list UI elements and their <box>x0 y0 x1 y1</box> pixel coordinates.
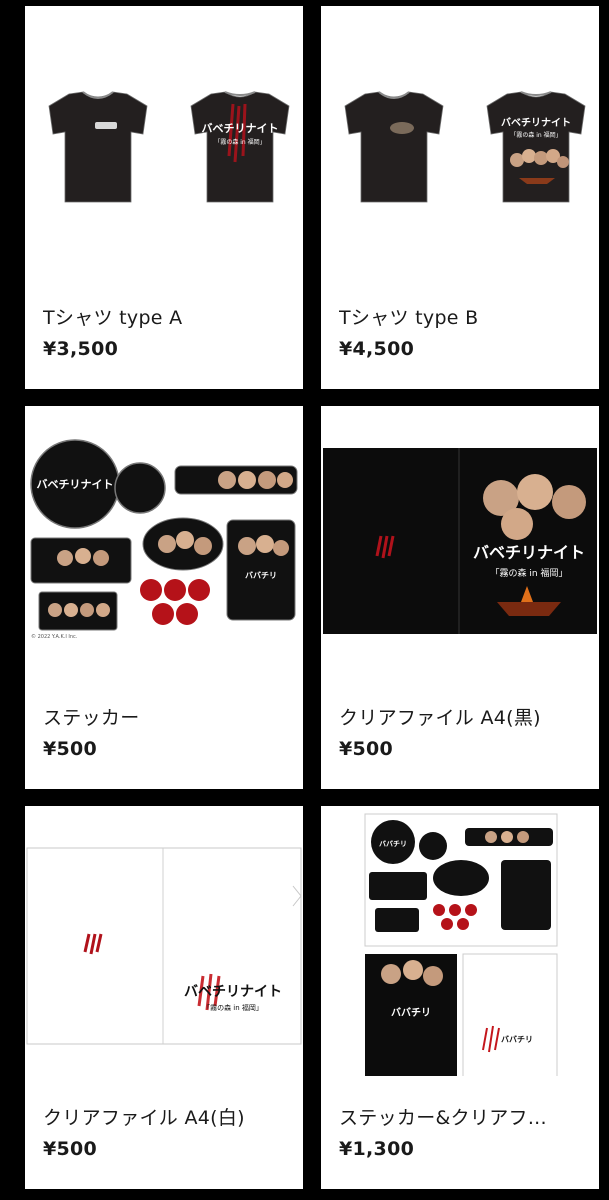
svg-text:ババチリ: ババチリ <box>501 1035 533 1044</box>
product-card-sticker-file-set[interactable]: ババチリ ババチリ ババチリ ステッカー&クリアフ... ¥1,300 <box>321 806 599 1189</box>
tshirt-logo-sub: 「霧の森 in 福岡」 <box>510 131 561 139</box>
svg-text:ババチリ: ババチリ <box>391 1007 431 1019</box>
product-price: ¥4,500 <box>339 338 415 360</box>
file-logo-text: バベチリナイト <box>473 543 585 562</box>
product-name[interactable]: Tシャツ type A <box>43 303 293 330</box>
product-image-clear-file-white[interactable]: バベチリナイト 「霧の森 in 福岡」 <box>25 806 303 1076</box>
product-image-sticker[interactable]: バベチリナイト ババチリ © 2022 Y.A.K.I Inc. <box>25 406 303 676</box>
svg-text:ババチリ: ババチリ <box>379 840 407 848</box>
product-image-tshirt-type-a[interactable]: バベチリナイト 「霧の森 in 福岡」 <box>25 6 303 276</box>
product-price: ¥500 <box>43 1138 98 1160</box>
product-name[interactable]: クリアファイル A4(黒) <box>339 703 589 730</box>
product-card-sticker[interactable]: バベチリナイト ババチリ © 2022 Y.A.K.I Inc. ステッカー ¥… <box>25 406 303 789</box>
svg-text:ババチリ: ババチリ <box>245 571 277 580</box>
file-logo-sub: 「霧の森 in 福岡」 <box>203 1003 263 1012</box>
tshirt-logo-sub: 「霧の森 in 福岡」 <box>214 138 265 146</box>
product-card-tshirt-type-b[interactable]: バベチリナイト 「霧の森 in 福岡」 Tシャツ type B ¥4,500 <box>321 6 599 389</box>
product-image-tshirt-type-b[interactable]: バベチリナイト 「霧の森 in 福岡」 <box>321 6 599 276</box>
product-image-sticker-file-set[interactable]: ババチリ ババチリ ババチリ <box>321 806 599 1076</box>
tshirt-logo-text: バベチリナイト <box>501 117 571 129</box>
sticker-copyright: © 2022 Y.A.K.I Inc. <box>31 633 78 640</box>
product-name[interactable]: クリアファイル A4(白) <box>43 1103 293 1130</box>
file-logo-text: バベチリナイト <box>184 984 282 1000</box>
product-name[interactable]: Tシャツ type B <box>339 303 589 330</box>
tshirt-logo-text: バベチリナイト <box>202 122 279 135</box>
product-grid: バベチリナイト 「霧の森 in 福岡」 Tシャツ type A ¥3,500 バ… <box>0 0 609 1200</box>
product-card-tshirt-type-a[interactable]: バベチリナイト 「霧の森 in 福岡」 Tシャツ type A ¥3,500 <box>25 6 303 389</box>
product-name[interactable]: ステッカー&クリアフ... <box>339 1103 589 1130</box>
product-price: ¥3,500 <box>43 338 119 360</box>
product-image-clear-file-black[interactable]: バベチリナイト 「霧の森 in 福岡」 <box>321 406 599 676</box>
product-card-clear-file-white[interactable]: バベチリナイト 「霧の森 in 福岡」 クリアファイル A4(白) ¥500 <box>25 806 303 1189</box>
product-price: ¥500 <box>339 738 394 760</box>
sticker-logo-text: バベチリナイト <box>37 478 114 491</box>
product-name[interactable]: ステッカー <box>43 703 293 730</box>
product-card-clear-file-black[interactable]: バベチリナイト 「霧の森 in 福岡」 クリアファイル A4(黒) ¥500 <box>321 406 599 789</box>
product-price: ¥1,300 <box>339 1138 415 1160</box>
product-price: ¥500 <box>43 738 98 760</box>
file-logo-sub: 「霧の森 in 福岡」 <box>491 567 568 579</box>
